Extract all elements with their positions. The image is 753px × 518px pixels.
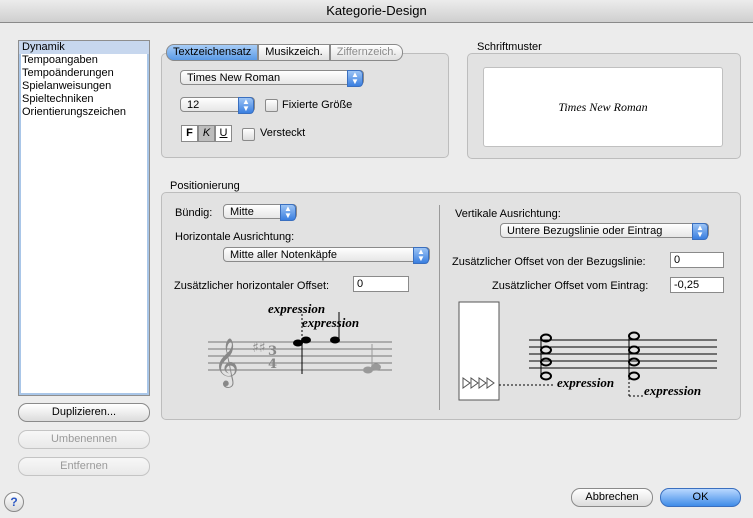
expression-sample: expression <box>268 301 325 316</box>
help-icon: ? <box>10 495 18 509</box>
category-item-dynamik[interactable]: Dynamik <box>19 41 149 54</box>
section-divider <box>439 205 440 410</box>
sample-heading: Schriftmuster <box>477 41 542 53</box>
baseline-offset-label: Zusätzlicher Offset von der Bezugslinie: <box>452 256 646 268</box>
category-list[interactable]: Dynamik Tempoangaben Tempoänderungen Spi… <box>18 40 150 396</box>
sharp-icon: ♯♯ <box>252 340 266 356</box>
font-size-value: 12 <box>187 99 200 111</box>
h-offset-field[interactable]: 0 <box>353 276 409 292</box>
hidden-label: Versteckt <box>260 127 306 139</box>
popup-arrows-icon: ▲ ▼ <box>692 223 708 240</box>
remove-button[interactable]: Entfernen <box>18 457 150 476</box>
font-name-value: Times New Roman <box>187 72 281 84</box>
vertical-align-select[interactable]: Untere Bezugslinie oder Eintrag ▲ ▼ <box>500 223 709 240</box>
justify-select[interactable]: Mitte ▲ ▼ <box>223 204 297 221</box>
category-item-tempoaenderungen[interactable]: Tempoänderungen <box>19 67 149 80</box>
font-name-select[interactable]: Times New Roman ▲ ▼ <box>180 70 364 87</box>
rename-button[interactable]: Umbenennen <box>18 430 150 449</box>
popup-arrows-icon: ▲ ▼ <box>347 70 363 87</box>
help-button[interactable]: ? <box>4 492 24 512</box>
justify-label: Bündig: <box>175 207 213 219</box>
sample-preview: Times New Roman <box>483 67 723 147</box>
entry-offset-label: Zusätzlicher Offset vom Eintrag: <box>492 280 649 292</box>
category-item-tempoangaben[interactable]: Tempoangaben <box>19 54 149 67</box>
tab-musikzeichen[interactable]: Musikzeich. <box>258 44 330 61</box>
vertical-align-label: Vertikale Ausrichtung: <box>455 208 561 220</box>
tab-textzeichensatz[interactable]: Textzeichensatz <box>166 44 259 61</box>
category-item-spieltechniken[interactable]: Spieltechniken <box>19 93 149 106</box>
sample-text: Times New Roman <box>558 100 648 114</box>
horizontal-align-select[interactable]: Mitte aller Notenkäpfe ▲ ▼ <box>223 247 430 264</box>
ok-button[interactable]: OK <box>660 488 741 507</box>
expression-sample: expression <box>557 375 614 390</box>
hidden-checkbox[interactable] <box>242 128 255 141</box>
horizontal-align-value: Mitte aller Notenkäpfe <box>230 249 337 261</box>
cancel-button[interactable]: Abbrechen <box>571 488 653 507</box>
popup-arrows-icon: ▲ ▼ <box>280 204 296 221</box>
positioning-heading: Positionierung <box>170 180 240 192</box>
treble-clef-icon: 𝄞 <box>214 337 239 388</box>
italic-button[interactable]: K <box>198 125 215 142</box>
horizontal-align-label: Horizontale Ausrichtung: <box>175 231 295 243</box>
time-signature-icon: 4 <box>268 357 277 372</box>
entry-offset-field[interactable]: -0,25 <box>670 277 724 293</box>
tab-ziffernzeichen[interactable]: Ziffernzeich. <box>329 44 404 61</box>
vertical-align-value: Untere Bezugslinie oder Eintrag <box>507 225 663 237</box>
h-offset-label: Zusätzlicher horizontaler Offset: <box>174 280 330 292</box>
baseline-offset-field[interactable]: 0 <box>670 252 724 268</box>
fixed-size-label: Fixierte Größe <box>282 99 353 111</box>
category-item-spielanweisungen[interactable]: Spielanweisungen <box>19 80 149 93</box>
fixed-size-checkbox[interactable] <box>265 99 278 112</box>
category-item-orientierungszeichen[interactable]: Orientierungszeichen <box>19 106 149 119</box>
expression-sample: expression <box>644 383 701 398</box>
duplicate-button[interactable]: Duplizieren... <box>18 403 150 422</box>
horizontal-example-diagram: 𝄞 ♯♯ 3 4 expression expression <box>208 301 392 388</box>
underline-button[interactable]: U <box>215 125 232 142</box>
expression-sample: expression <box>302 315 359 330</box>
font-tabs: Textzeichensatz Musikzeich. Ziffernzeich… <box>166 44 404 61</box>
popup-arrows-icon: ▲ ▼ <box>238 97 254 114</box>
justify-value: Mitte <box>230 206 254 218</box>
window-title: Kategorie-Design <box>0 0 753 23</box>
bold-button[interactable]: F <box>181 125 198 142</box>
vertical-example-diagram: expression expression <box>458 301 717 401</box>
popup-arrows-icon: ▲ ▼ <box>413 247 429 264</box>
font-size-select[interactable]: 12 ▲ ▼ <box>180 97 255 114</box>
